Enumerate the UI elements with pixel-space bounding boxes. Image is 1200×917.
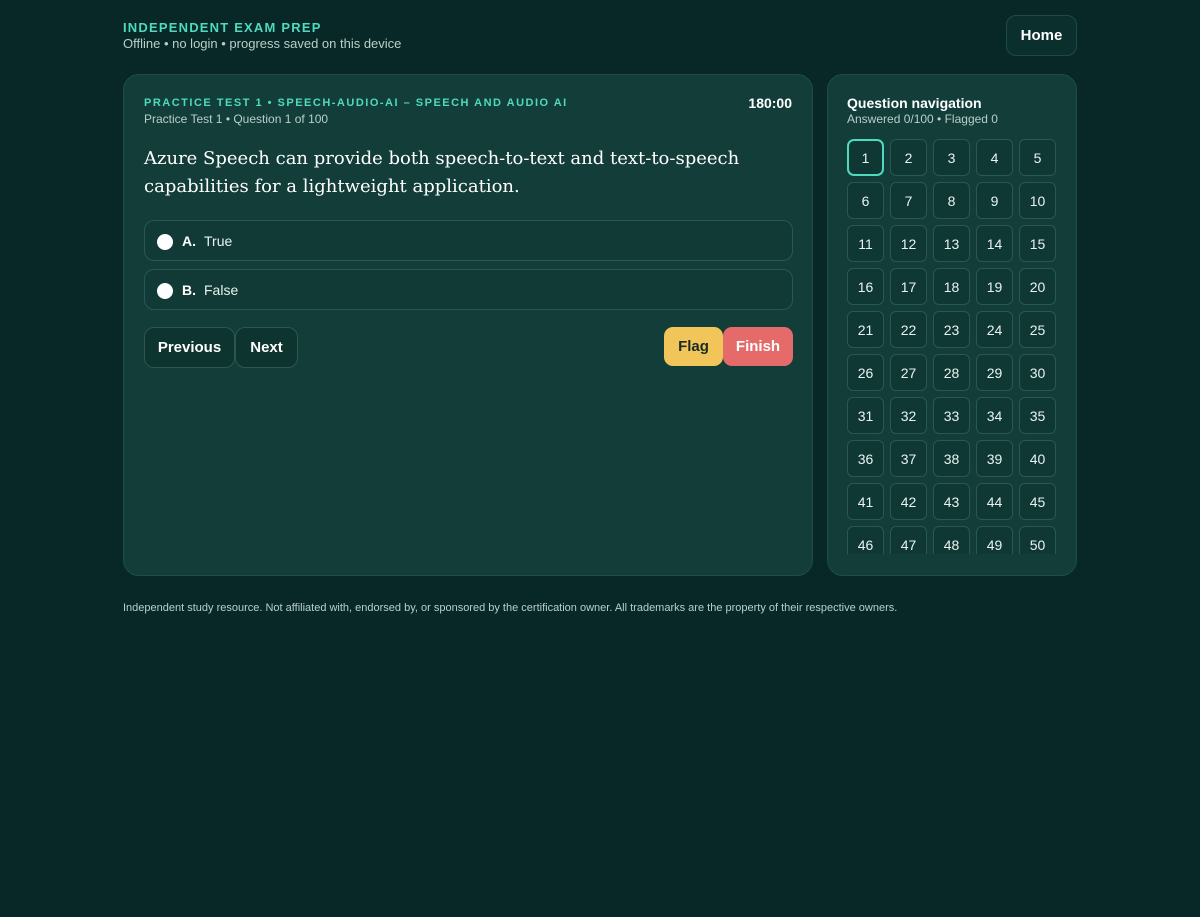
question-number-button[interactable]: 20: [1019, 268, 1056, 305]
question-grid: 1 2 3 4 5 6 7 8 9 10 11 12 13 14 15 16 17 18 19 20 21 22 23 24 2…: [847, 139, 1062, 554]
question-number-button[interactable]: 35: [1019, 397, 1056, 434]
navigation-title: Question navigation: [847, 95, 982, 111]
question-number-button[interactable]: 18: [933, 268, 970, 305]
radio-button[interactable]: [157, 282, 173, 299]
option-b[interactable]: B. False: [144, 269, 793, 310]
radio-button[interactable]: [157, 233, 173, 250]
test-title: PRACTICE TEST 1 • SPEECH-AUDIO-AI – SPEE…: [144, 97, 568, 109]
brand-title: INDEPENDENT EXAM PREP: [123, 20, 322, 35]
question-number-button[interactable]: 48: [933, 526, 970, 554]
question-number-button[interactable]: 21: [847, 311, 884, 348]
question-number-button[interactable]: 23: [933, 311, 970, 348]
question-number-button[interactable]: 45: [1019, 483, 1056, 520]
question-number-button[interactable]: 47: [890, 526, 927, 554]
question-number-button[interactable]: 1: [847, 139, 884, 176]
question-number-button[interactable]: 25: [1019, 311, 1056, 348]
question-number-button[interactable]: 14: [976, 225, 1013, 262]
question-text: Azure Speech can provide both speech-to-…: [144, 148, 740, 197]
question-number-button[interactable]: 41: [847, 483, 884, 520]
question-number-button[interactable]: 22: [890, 311, 927, 348]
flag-button[interactable]: Flag: [664, 327, 723, 366]
question-card: PRACTICE TEST 1 • SPEECH-AUDIO-AI – SPEE…: [123, 74, 813, 576]
question-number-button[interactable]: 2: [890, 139, 927, 176]
next-button[interactable]: Next: [235, 327, 298, 368]
timer: 180:00: [748, 95, 792, 111]
home-button[interactable]: Home: [1006, 15, 1077, 56]
question-number-button[interactable]: 26: [847, 354, 884, 391]
question-number-button[interactable]: 19: [976, 268, 1013, 305]
question-number-button[interactable]: 40: [1019, 440, 1056, 477]
question-number-button[interactable]: 4: [976, 139, 1013, 176]
question-number-button[interactable]: 38: [933, 440, 970, 477]
question-number-button[interactable]: 50: [1019, 526, 1056, 554]
question-number-button[interactable]: 30: [1019, 354, 1056, 391]
question-number-button[interactable]: 5: [1019, 139, 1056, 176]
question-number-button[interactable]: 24: [976, 311, 1013, 348]
question-number-button[interactable]: 37: [890, 440, 927, 477]
question-number-button[interactable]: 44: [976, 483, 1013, 520]
option-letter: B.: [182, 281, 196, 298]
question-progress: Practice Test 1 • Question 1 of 100: [144, 112, 329, 126]
question-number-button[interactable]: 12: [890, 225, 927, 262]
question-number-button[interactable]: 36: [847, 440, 884, 477]
question-navigation-panel: Question navigation Answered 0/100 • Fla…: [827, 74, 1077, 576]
question-number-button[interactable]: 28: [933, 354, 970, 391]
footer-disclaimer: Independent study resource. Not affiliat…: [123, 602, 898, 614]
question-number-button[interactable]: 15: [1019, 225, 1056, 262]
question-number-button[interactable]: 43: [933, 483, 970, 520]
previous-button[interactable]: Previous: [144, 327, 235, 368]
question-number-button[interactable]: 27: [890, 354, 927, 391]
navigation-status: Answered 0/100 • Flagged 0: [847, 112, 998, 126]
question-number-button[interactable]: 6: [847, 182, 884, 219]
finish-button[interactable]: Finish: [723, 327, 793, 366]
top-bar: INDEPENDENT EXAM PREP Offline • no login…: [123, 14, 1077, 56]
question-number-button[interactable]: 11: [847, 225, 884, 262]
question-number-button[interactable]: 34: [976, 397, 1013, 434]
question-number-button[interactable]: 32: [890, 397, 927, 434]
question-number-button[interactable]: 16: [847, 268, 884, 305]
question-number-button[interactable]: 9: [976, 182, 1013, 219]
question-number-button[interactable]: 33: [933, 397, 970, 434]
question-number-button[interactable]: 8: [933, 182, 970, 219]
question-number-button[interactable]: 3: [933, 139, 970, 176]
question-number-button[interactable]: 7: [890, 182, 927, 219]
question-number-button[interactable]: 46: [847, 526, 884, 554]
option-text: False: [204, 281, 239, 298]
question-number-button[interactable]: 13: [933, 225, 970, 262]
option-a[interactable]: A. True: [144, 220, 793, 261]
question-number-button[interactable]: 31: [847, 397, 884, 434]
brand-subtitle: Offline • no login • progress saved on t…: [123, 36, 402, 51]
option-text: True: [204, 232, 233, 249]
question-number-button[interactable]: 39: [976, 440, 1013, 477]
question-number-button[interactable]: 42: [890, 483, 927, 520]
question-number-button[interactable]: 17: [890, 268, 927, 305]
option-letter: A.: [182, 232, 196, 249]
question-number-button[interactable]: 29: [976, 354, 1013, 391]
question-number-button[interactable]: 10: [1019, 182, 1056, 219]
question-number-button[interactable]: 49: [976, 526, 1013, 554]
